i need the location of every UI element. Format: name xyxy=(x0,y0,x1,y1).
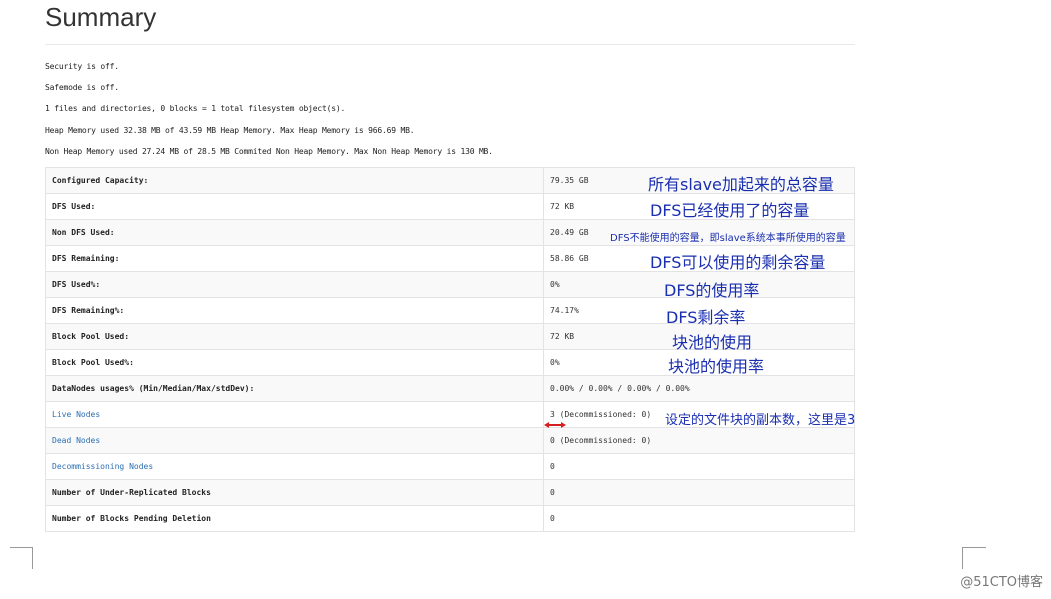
crop-mark-right xyxy=(962,547,986,548)
non-heap-memory: Non Heap Memory used 27.24 MB of 28.5 MB… xyxy=(45,147,493,156)
annotation-configured-capacity: 所有slave加起来的总容量 xyxy=(648,175,834,194)
row-value: 0.00% / 0.00% / 0.00% / 0.00% xyxy=(543,375,855,402)
page-title: Summary xyxy=(45,2,157,32)
row-key: Non DFS Used: xyxy=(45,219,544,246)
annotation-dfs-used: DFS已经使用了的容量 xyxy=(650,201,810,220)
crop-mark-right-vertical xyxy=(962,547,963,569)
row-key: DFS Remaining: xyxy=(45,245,544,272)
live-nodes-link[interactable]: Live Nodes xyxy=(45,401,544,428)
annotation-dfs-remaining-pct: DFS剩余率 xyxy=(666,308,746,327)
row-key: Number of Blocks Pending Deletion xyxy=(45,505,544,532)
row-key: Number of Under-Replicated Blocks xyxy=(45,479,544,506)
annotation-block-pool-used: 块池的使用 xyxy=(672,333,753,352)
annotation-block-pool-used-pct: 块池的使用率 xyxy=(668,357,765,376)
security-status: Security is off. xyxy=(45,62,119,71)
table-row: Number of Blocks Pending Deletion 0 xyxy=(45,505,855,532)
annotation-non-dfs-used: DFS不能使用的容量，即slave系统本事所使用的容量 xyxy=(610,233,846,244)
red-arrow-icon xyxy=(544,422,566,428)
annotation-live-nodes: 设定的文件块的副本数，这里是3 xyxy=(665,413,856,428)
decommissioning-nodes-link[interactable]: Decommissioning Nodes xyxy=(45,453,544,480)
row-value: 0 (Decommissioned: 0) xyxy=(543,427,855,454)
dead-nodes-link[interactable]: Dead Nodes xyxy=(45,427,544,454)
row-key: DFS Remaining%: xyxy=(45,297,544,324)
filesystem-objects: 1 files and directories, 0 blocks = 1 to… xyxy=(45,104,346,113)
row-value: 0 xyxy=(543,479,855,506)
annotation-dfs-used-pct: DFS的使用率 xyxy=(664,281,760,300)
watermark: @51CTO博客 xyxy=(960,575,1043,590)
row-key: Configured Capacity: xyxy=(45,167,544,194)
row-key: Block Pool Used%: xyxy=(45,349,544,376)
heap-memory: Heap Memory used 32.38 MB of 43.59 MB He… xyxy=(45,126,415,135)
table-row: Dead Nodes 0 (Decommissioned: 0) xyxy=(45,427,855,454)
annotation-dfs-remaining: DFS可以使用的剩余容量 xyxy=(650,253,826,272)
safemode-status: Safemode is off. xyxy=(45,83,119,92)
table-row: DataNodes usages% (Min/Median/Max/stdDev… xyxy=(45,375,855,402)
row-value: 0 xyxy=(543,505,855,532)
row-key: Block Pool Used: xyxy=(45,323,544,350)
row-key: DFS Used%: xyxy=(45,271,544,298)
row-key: DFS Used: xyxy=(45,193,544,220)
row-value: 0 xyxy=(543,453,855,480)
title-divider xyxy=(45,44,855,45)
crop-mark-left xyxy=(10,547,32,548)
row-key: DataNodes usages% (Min/Median/Max/stdDev… xyxy=(45,375,544,402)
crop-mark-left-vertical xyxy=(32,547,33,569)
table-row: Decommissioning Nodes 0 xyxy=(45,453,855,480)
table-row: Number of Under-Replicated Blocks 0 xyxy=(45,479,855,506)
